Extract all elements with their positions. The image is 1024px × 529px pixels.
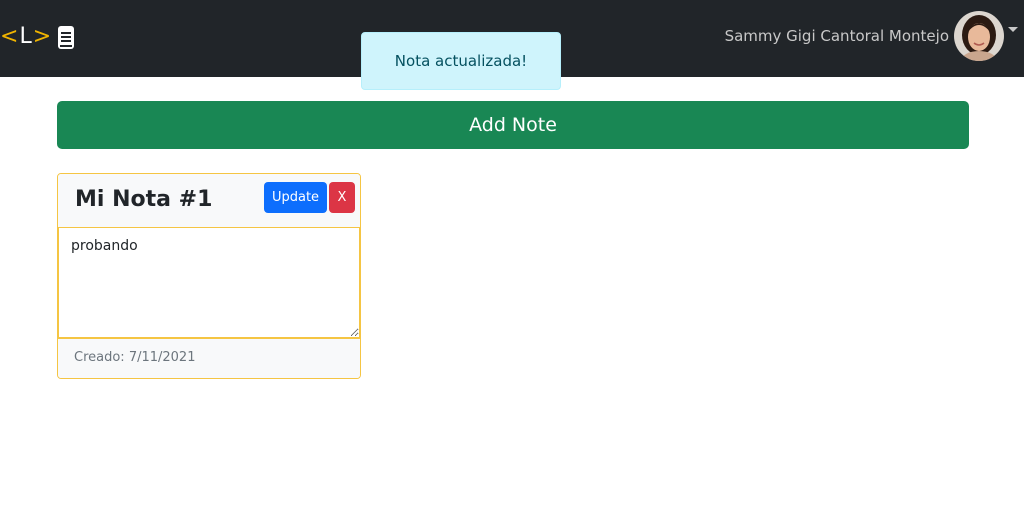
delete-note-button[interactable]: X bbox=[329, 182, 355, 213]
toast-message: Nota actualizada! bbox=[394, 52, 528, 70]
toast-notification: Nota actualizada! bbox=[361, 32, 561, 90]
brand-logo[interactable]: < L > bbox=[0, 22, 75, 52]
brand-letter: L bbox=[19, 24, 32, 49]
note-title: Mi Nota #1 bbox=[75, 187, 213, 212]
caret-down-icon[interactable] bbox=[1008, 26, 1018, 32]
note-card-footer: Creado: 7/11/2021 bbox=[58, 338, 360, 378]
book-icon bbox=[58, 25, 75, 49]
update-note-button[interactable]: Update bbox=[264, 182, 327, 213]
user-menu[interactable]: Sammy Gigi Cantoral Montejo bbox=[725, 11, 1018, 61]
add-note-button[interactable]: Add Note bbox=[57, 101, 969, 149]
note-content-textarea[interactable]: probando bbox=[58, 228, 360, 338]
brand-gt: > bbox=[32, 24, 52, 49]
note-card: Mi Nota #1 Update X probando Creado: 7/1… bbox=[57, 173, 361, 379]
note-card-header: Mi Nota #1 Update X bbox=[58, 174, 360, 228]
brand-lt: < bbox=[0, 24, 19, 49]
avatar[interactable] bbox=[954, 11, 1004, 61]
user-name: Sammy Gigi Cantoral Montejo bbox=[724, 27, 949, 45]
created-date: Creado: 7/11/2021 bbox=[74, 350, 196, 365]
